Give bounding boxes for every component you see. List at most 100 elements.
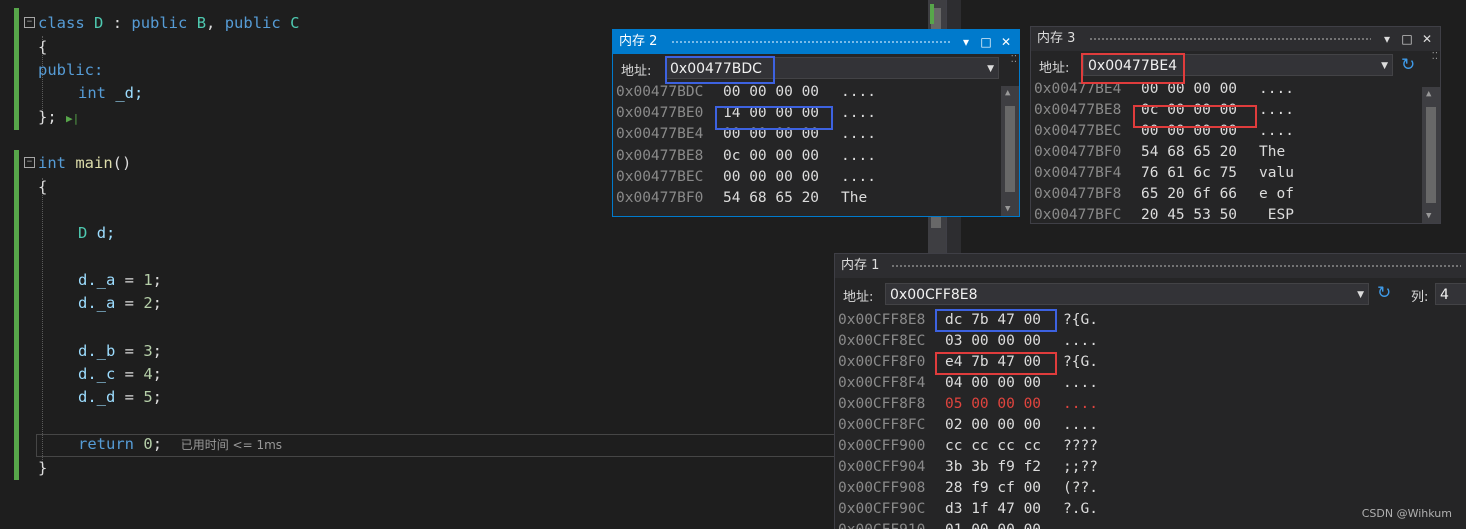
code-line: int main()	[38, 154, 132, 172]
chevron-down-icon[interactable]: ▾	[1378, 27, 1396, 51]
memory-ascii: ESP	[1259, 207, 1294, 223]
memory-ascii: ????	[1063, 438, 1098, 454]
code-line: class D : public B, public C	[38, 14, 300, 32]
elapsed-time-hint[interactable]: 已用时间 <= 1ms	[181, 438, 282, 452]
memory-ascii: valu	[1259, 165, 1294, 181]
memory-address: 0x00CFF8EC	[838, 333, 926, 349]
chevron-down-icon[interactable]: ▾	[957, 30, 975, 54]
address-value: 0x00CFF8E8	[890, 287, 978, 303]
code-line: D d;	[78, 224, 116, 242]
memory-hex-bytes: 00 00 00 00	[723, 84, 820, 100]
address-bar: 地址: 0x00CFF8E8 ▼ ↻ 列: 4	[835, 278, 1466, 310]
memory-address: 0x00477BE4	[616, 126, 704, 143]
memory-window-2[interactable]: 内存 2 ▾ □ ✕ 地址: 0x00477BDC ▼ ⁚⁚ 0x00477BD…	[612, 29, 1020, 217]
refresh-icon[interactable]: ↻	[1377, 283, 1391, 303]
memory-address: 0x00477BF4	[1034, 165, 1122, 181]
scrollbar-thumb[interactable]	[1426, 107, 1436, 203]
memory-ascii: ....	[1259, 123, 1294, 139]
memory-window-titlebar[interactable]: 内存 3 ▾ □ ✕	[1031, 27, 1440, 51]
memory-address: 0x00477BE8	[616, 147, 704, 164]
drag-grip[interactable]	[671, 40, 951, 44]
window-title: 内存 2	[619, 34, 658, 49]
address-input[interactable]: 0x00CFF8E8 ▼	[885, 283, 1369, 305]
drag-grip[interactable]	[891, 264, 1461, 268]
memory-ascii: ;;??	[1063, 459, 1098, 475]
close-icon[interactable]: ✕	[1418, 27, 1436, 51]
memory-rows[interactable]: 0x00477BE4 00 00 00 00.... 0x00477BE8 0c 00…	[1031, 79, 1440, 223]
memory-address: 0x00CFF8F4	[838, 375, 926, 391]
memory-address: 0x00477BEC	[1034, 123, 1122, 139]
memory-address: 0x00477BE0	[616, 105, 704, 122]
memory-address: 0x00CFF8F8	[838, 396, 926, 412]
memory-scrollbar[interactable]: ▲ ▼	[1422, 87, 1440, 223]
memory-hex-bytes: 0c 00 00 00	[1141, 102, 1238, 118]
scrollbar-change-mark	[930, 4, 934, 24]
memory-hex-bytes: 76 61 6c 75	[1141, 165, 1238, 181]
memory-rows[interactable]: 0x00CFF8E8 dc 7b 47 00 ?{G. 0x00CFF8EC 03 00…	[835, 310, 1466, 529]
window-title: 内存 1	[841, 258, 880, 273]
memory-address: 0x00CFF8FC	[838, 417, 926, 433]
collapse-toggle[interactable]: −	[24, 17, 35, 28]
memory-address: 0x00477BF0	[1034, 144, 1122, 160]
memory-hex-bytes: 28 f9 cf 00	[945, 480, 1042, 496]
scroll-down-icon[interactable]: ▼	[1426, 211, 1431, 221]
memory-address: 0x00CFF900	[838, 438, 926, 454]
memory-hex-bytes: d3 1f 47 00	[945, 501, 1042, 517]
memory-address: 0x00477BE8	[1034, 102, 1122, 118]
memory-window-3[interactable]: 内存 3 ▾ □ ✕ 地址: 0x00477BE4 ▼ ↻ ⁚⁚ 0x00477…	[1030, 26, 1441, 224]
refresh-icon[interactable]: ↻	[1401, 55, 1415, 75]
memory-ascii: ....	[1259, 102, 1294, 118]
address-value: 0x00477BE4	[1088, 58, 1178, 74]
memory-ascii: ?{G.	[1063, 312, 1098, 328]
address-input[interactable]: 0x00477BDC ▼	[665, 57, 999, 79]
memory-ascii: ....	[1063, 417, 1098, 433]
overflow-icon[interactable]: ⁚⁚	[1432, 51, 1438, 62]
scroll-up-icon[interactable]: ▲	[1005, 88, 1010, 98]
memory-hex-bytes: 54 68 65 20	[1141, 144, 1238, 160]
chevron-down-icon[interactable]: ▼	[1381, 55, 1388, 77]
memory-rows[interactable]: 0x00477BDC 00 00 00 00.... 0x00477BE0 14 00…	[613, 82, 1019, 214]
code-line: {	[38, 178, 48, 196]
memory-address: 0x00CFF908	[838, 480, 926, 496]
memory-hex-bytes: 20 45 53 50	[1141, 207, 1238, 223]
address-label: 地址:	[1039, 61, 1070, 76]
run-to-click-icon[interactable]: ▶|	[66, 112, 79, 125]
address-input[interactable]: 0x00477BE4 ▼	[1083, 54, 1393, 76]
maximize-icon[interactable]: □	[1398, 27, 1416, 51]
scrollbar-thumb[interactable]	[1005, 106, 1015, 192]
close-icon[interactable]: ✕	[997, 30, 1015, 54]
memory-ascii: ....	[841, 126, 876, 143]
memory-hex-bytes: 00 00 00 00	[723, 126, 820, 143]
drag-grip[interactable]	[1089, 37, 1371, 41]
overflow-icon[interactable]: ⁚⁚	[1011, 54, 1017, 65]
columns-label: 列:	[1411, 290, 1429, 305]
columns-input[interactable]: 4	[1435, 283, 1466, 305]
memory-ascii: ....	[841, 168, 876, 185]
memory-ascii: (??.	[1063, 480, 1098, 496]
code-line: d._d = 5;	[78, 388, 163, 406]
maximize-icon[interactable]: □	[977, 30, 995, 54]
memory-address: 0x00CFF90C	[838, 501, 926, 517]
memory-hex-bytes: 65 20 6f 66	[1141, 186, 1238, 202]
address-bar: 地址: 0x00477BE4 ▼ ↻ ⁚⁚	[1031, 51, 1440, 79]
scroll-up-icon[interactable]: ▲	[1426, 89, 1431, 99]
memory-ascii: ....	[1063, 396, 1098, 412]
change-margin-bar	[14, 150, 19, 480]
memory-hex-bytes: 14 00 00 00	[723, 105, 820, 122]
memory-hex-bytes: 3b 3b f9 f2	[945, 459, 1042, 475]
memory-window-titlebar[interactable]: 内存 2 ▾ □ ✕	[613, 30, 1019, 54]
chevron-down-icon[interactable]: ▼	[1357, 284, 1364, 306]
chevron-down-icon[interactable]: ▼	[987, 58, 994, 80]
memory-window-titlebar[interactable]: 内存 1	[835, 254, 1466, 278]
memory-hex-bytes: 00 00 00 00	[1141, 81, 1238, 97]
memory-window-1[interactable]: 内存 1 地址: 0x00CFF8E8 ▼ ↻ 列: 4 0x00CFF8E8 d…	[834, 253, 1466, 529]
code-line: int _d;	[78, 84, 144, 102]
scroll-down-icon[interactable]: ▼	[1005, 204, 1010, 214]
collapse-toggle[interactable]: −	[24, 157, 35, 168]
code-line: public:	[38, 61, 104, 79]
indent-guide	[42, 178, 43, 470]
window-title: 内存 3	[1037, 31, 1076, 46]
memory-hex-bytes: 00 00 00 00	[1141, 123, 1238, 139]
memory-scrollbar[interactable]: ▲ ▼	[1001, 86, 1019, 216]
memory-ascii: ....	[841, 147, 876, 164]
